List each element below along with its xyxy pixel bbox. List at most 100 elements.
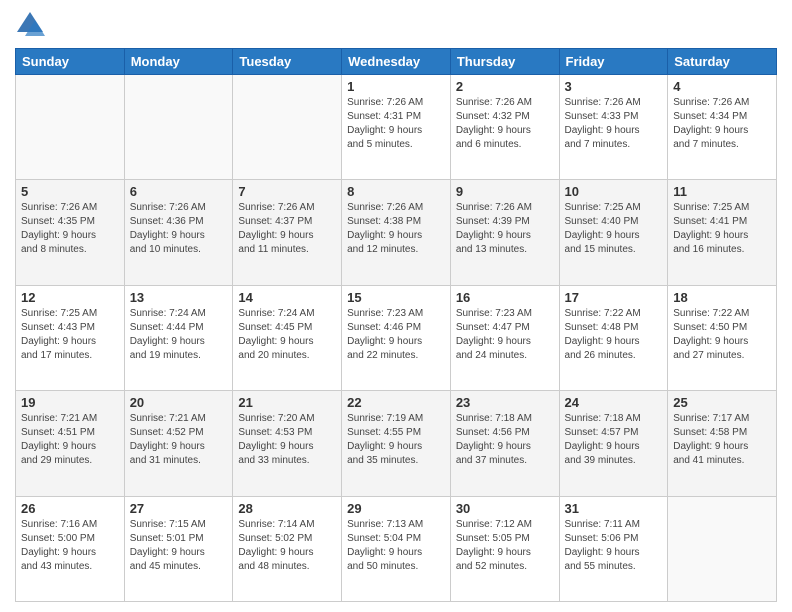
- day-number: 15: [347, 290, 445, 305]
- day-info: Sunrise: 7:26 AM Sunset: 4:32 PM Dayligh…: [456, 96, 554, 152]
- day-number: 7: [238, 184, 336, 199]
- calendar-cell: 9 Sunrise: 7:26 AM Sunset: 4:39 PM Daylig…: [450, 180, 559, 285]
- day-number: 1: [347, 79, 445, 94]
- day-number: 29: [347, 501, 445, 516]
- calendar-cell: 14 Sunrise: 7:24 AM Sunset: 4:45 PM Dayli…: [233, 285, 342, 390]
- day-info: Sunrise: 7:22 AM Sunset: 4:50 PM Dayligh…: [673, 307, 771, 363]
- day-number: 6: [130, 184, 228, 199]
- day-info: Sunrise: 7:24 AM Sunset: 4:45 PM Dayligh…: [238, 307, 336, 363]
- calendar-cell: 13Sunrise: 7:24 AM Sunset: 4:44 PM Dayli…: [124, 285, 233, 390]
- day-info: Sunrise: 7:23 AM Sunset: 4:47 PM Dayligh…: [456, 307, 554, 363]
- day-number: 4: [673, 79, 771, 94]
- day-number: 23: [456, 395, 554, 410]
- day-number: 20: [130, 395, 228, 410]
- day-info: Sunrise: 7:17 AM Sunset: 4:58 PM Dayligh…: [673, 412, 771, 468]
- day-number: 30: [456, 501, 554, 516]
- calendar-cell: [233, 75, 342, 180]
- calendar-cell: 27Sunrise: 7:15 AM Sunset: 5:01 PM Dayli…: [124, 496, 233, 601]
- weekday-header-sunday: Sunday: [16, 49, 125, 75]
- day-info: Sunrise: 7:26 AM Sunset: 4:36 PM Dayligh…: [130, 201, 228, 257]
- day-number: 16: [456, 290, 554, 305]
- calendar-week-row: 26Sunrise: 7:16 AM Sunset: 5:00 PM Dayli…: [16, 496, 777, 601]
- calendar-cell: 21 Sunrise: 7:20 AM Sunset: 4:53 PM Dayli…: [233, 391, 342, 496]
- day-info: Sunrise: 7:26 AM Sunset: 4:39 PM Dayligh…: [456, 201, 554, 257]
- calendar-cell: 18 Sunrise: 7:22 AM Sunset: 4:50 PM Dayli…: [668, 285, 777, 390]
- header: [15, 10, 777, 40]
- calendar-week-row: 1 Sunrise: 7:26 AM Sunset: 4:31 PM Daylig…: [16, 75, 777, 180]
- day-info: Sunrise: 7:26 AM Sunset: 4:33 PM Dayligh…: [565, 96, 663, 152]
- calendar-cell: 12 Sunrise: 7:25 AM Sunset: 4:43 PM Dayli…: [16, 285, 125, 390]
- calendar-cell: [16, 75, 125, 180]
- calendar-cell: 30Sunrise: 7:12 AM Sunset: 5:05 PM Dayli…: [450, 496, 559, 601]
- day-info: Sunrise: 7:11 AM Sunset: 5:06 PM Dayligh…: [565, 518, 663, 574]
- day-info: Sunrise: 7:25 AM Sunset: 4:40 PM Dayligh…: [565, 201, 663, 257]
- calendar-cell: 6 Sunrise: 7:26 AM Sunset: 4:36 PM Daylig…: [124, 180, 233, 285]
- calendar-cell: 2 Sunrise: 7:26 AM Sunset: 4:32 PM Daylig…: [450, 75, 559, 180]
- day-number: 26: [21, 501, 119, 516]
- day-info: Sunrise: 7:26 AM Sunset: 4:38 PM Dayligh…: [347, 201, 445, 257]
- calendar-cell: 16 Sunrise: 7:23 AM Sunset: 4:47 PM Dayli…: [450, 285, 559, 390]
- calendar-cell: 19 Sunrise: 7:21 AM Sunset: 4:51 PM Dayli…: [16, 391, 125, 496]
- calendar-cell: 26Sunrise: 7:16 AM Sunset: 5:00 PM Dayli…: [16, 496, 125, 601]
- day-number: 18: [673, 290, 771, 305]
- day-info: Sunrise: 7:18 AM Sunset: 4:56 PM Dayligh…: [456, 412, 554, 468]
- day-info: Sunrise: 7:26 AM Sunset: 4:37 PM Dayligh…: [238, 201, 336, 257]
- day-number: 21: [238, 395, 336, 410]
- weekday-header-wednesday: Wednesday: [342, 49, 451, 75]
- day-number: 31: [565, 501, 663, 516]
- calendar-cell: 15Sunrise: 7:23 AM Sunset: 4:46 PM Dayli…: [342, 285, 451, 390]
- day-info: Sunrise: 7:21 AM Sunset: 4:51 PM Dayligh…: [21, 412, 119, 468]
- day-number: 19: [21, 395, 119, 410]
- calendar-cell: 28Sunrise: 7:14 AM Sunset: 5:02 PM Dayli…: [233, 496, 342, 601]
- weekday-header-saturday: Saturday: [668, 49, 777, 75]
- day-info: Sunrise: 7:26 AM Sunset: 4:35 PM Dayligh…: [21, 201, 119, 257]
- day-info: Sunrise: 7:25 AM Sunset: 4:43 PM Dayligh…: [21, 307, 119, 363]
- day-info: Sunrise: 7:26 AM Sunset: 4:31 PM Dayligh…: [347, 96, 445, 152]
- weekday-header-tuesday: Tuesday: [233, 49, 342, 75]
- day-info: Sunrise: 7:13 AM Sunset: 5:04 PM Dayligh…: [347, 518, 445, 574]
- day-info: Sunrise: 7:25 AM Sunset: 4:41 PM Dayligh…: [673, 201, 771, 257]
- calendar-cell: 7 Sunrise: 7:26 AM Sunset: 4:37 PM Daylig…: [233, 180, 342, 285]
- logo: [15, 10, 49, 40]
- calendar-cell: [124, 75, 233, 180]
- day-number: 22: [347, 395, 445, 410]
- day-info: Sunrise: 7:26 AM Sunset: 4:34 PM Dayligh…: [673, 96, 771, 152]
- day-info: Sunrise: 7:20 AM Sunset: 4:53 PM Dayligh…: [238, 412, 336, 468]
- calendar-week-row: 12 Sunrise: 7:25 AM Sunset: 4:43 PM Dayli…: [16, 285, 777, 390]
- calendar-cell: 11Sunrise: 7:25 AM Sunset: 4:41 PM Dayli…: [668, 180, 777, 285]
- calendar-cell: 22 Sunrise: 7:19 AM Sunset: 4:55 PM Dayli…: [342, 391, 451, 496]
- calendar-cell: 4 Sunrise: 7:26 AM Sunset: 4:34 PM Daylig…: [668, 75, 777, 180]
- day-number: 14: [238, 290, 336, 305]
- day-number: 25: [673, 395, 771, 410]
- calendar-cell: 24 Sunrise: 7:18 AM Sunset: 4:57 PM Dayli…: [559, 391, 668, 496]
- day-number: 9: [456, 184, 554, 199]
- day-number: 3: [565, 79, 663, 94]
- calendar-cell: 23 Sunrise: 7:18 AM Sunset: 4:56 PM Dayli…: [450, 391, 559, 496]
- day-number: 8: [347, 184, 445, 199]
- day-info: Sunrise: 7:19 AM Sunset: 4:55 PM Dayligh…: [347, 412, 445, 468]
- weekday-header-row: SundayMondayTuesdayWednesdayThursdayFrid…: [16, 49, 777, 75]
- day-number: 5: [21, 184, 119, 199]
- day-number: 10: [565, 184, 663, 199]
- calendar-cell: 20 Sunrise: 7:21 AM Sunset: 4:52 PM Dayli…: [124, 391, 233, 496]
- calendar-cell: 8 Sunrise: 7:26 AM Sunset: 4:38 PM Daylig…: [342, 180, 451, 285]
- calendar-cell: 25 Sunrise: 7:17 AM Sunset: 4:58 PM Dayli…: [668, 391, 777, 496]
- day-info: Sunrise: 7:22 AM Sunset: 4:48 PM Dayligh…: [565, 307, 663, 363]
- calendar-cell: [668, 496, 777, 601]
- day-number: 28: [238, 501, 336, 516]
- day-number: 24: [565, 395, 663, 410]
- weekday-header-thursday: Thursday: [450, 49, 559, 75]
- day-number: 17: [565, 290, 663, 305]
- calendar-cell: 10 Sunrise: 7:25 AM Sunset: 4:40 PM Dayli…: [559, 180, 668, 285]
- weekday-header-monday: Monday: [124, 49, 233, 75]
- calendar-cell: 31 Sunrise: 7:11 AM Sunset: 5:06 PM Dayli…: [559, 496, 668, 601]
- day-info: Sunrise: 7:18 AM Sunset: 4:57 PM Dayligh…: [565, 412, 663, 468]
- day-number: 12: [21, 290, 119, 305]
- day-number: 2: [456, 79, 554, 94]
- logo-icon: [15, 10, 45, 40]
- day-info: Sunrise: 7:21 AM Sunset: 4:52 PM Dayligh…: [130, 412, 228, 468]
- calendar-week-row: 19 Sunrise: 7:21 AM Sunset: 4:51 PM Dayli…: [16, 391, 777, 496]
- page: SundayMondayTuesdayWednesdayThursdayFrid…: [0, 0, 792, 612]
- day-info: Sunrise: 7:15 AM Sunset: 5:01 PM Dayligh…: [130, 518, 228, 574]
- calendar-cell: 17 Sunrise: 7:22 AM Sunset: 4:48 PM Dayli…: [559, 285, 668, 390]
